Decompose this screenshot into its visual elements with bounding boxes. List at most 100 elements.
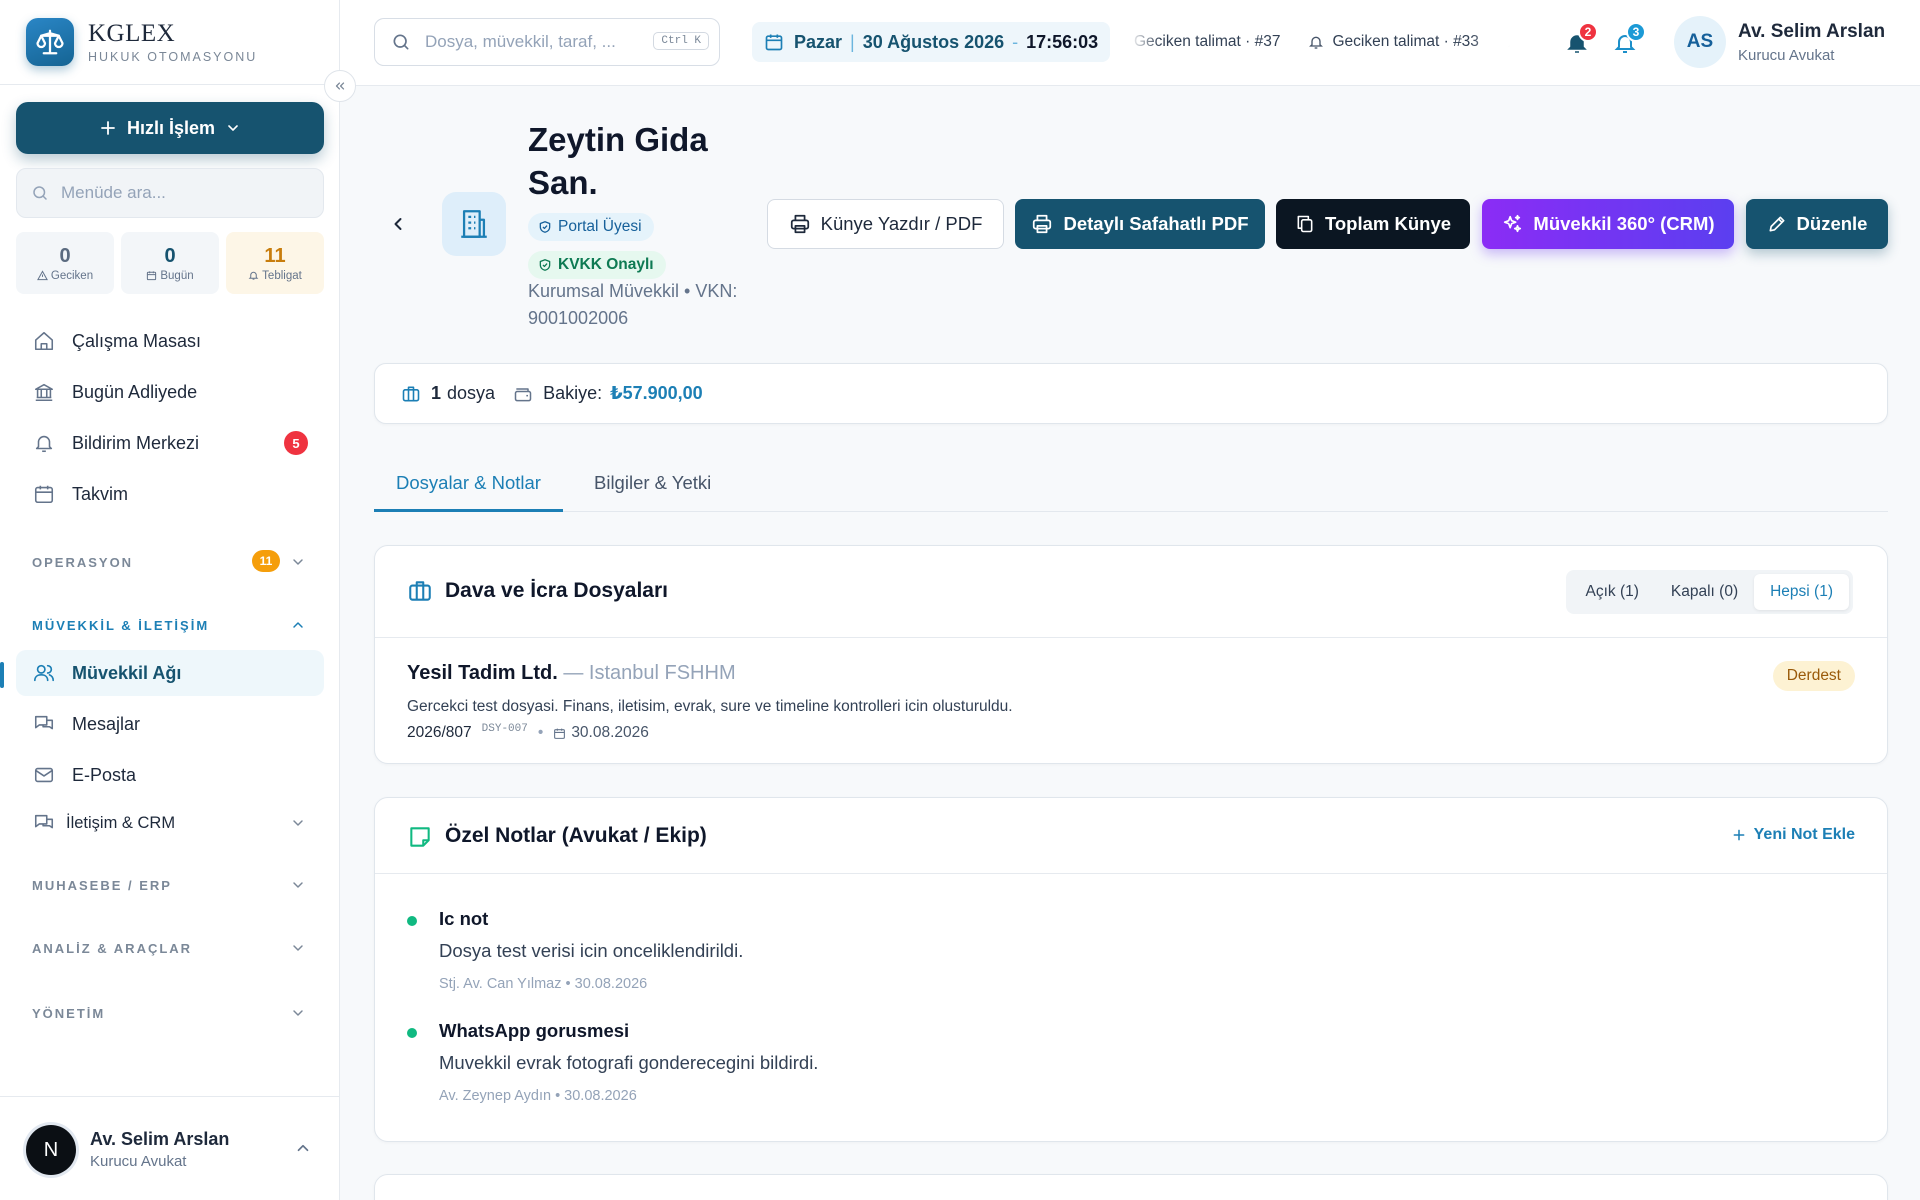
filter-all[interactable]: Hepsi (1) bbox=[1754, 574, 1849, 610]
section-analiz[interactable]: ANALİZ & ARAÇLAR bbox=[16, 933, 324, 963]
sidebar-item-crm[interactable]: İletişim & CRM bbox=[16, 800, 324, 846]
print-button[interactable]: Künye Yazdır / PDF bbox=[767, 199, 1004, 249]
alerts-button[interactable]: 2 bbox=[1560, 22, 1598, 60]
plus-icon bbox=[1733, 829, 1745, 841]
sidebar-item-calendar[interactable]: Takvim bbox=[16, 471, 324, 517]
tab-files-notes[interactable]: Dosyalar & Notlar bbox=[374, 460, 563, 512]
ticker-item[interactable]: Geciken talimat · #37 bbox=[1130, 33, 1280, 51]
briefcase-icon bbox=[407, 578, 433, 604]
button-label: Detaylı Safahatlı PDF bbox=[1063, 213, 1249, 234]
detailed-pdf-button[interactable]: Detaylı Safahatlı PDF bbox=[1015, 199, 1265, 249]
building-icon bbox=[442, 192, 506, 256]
section-muvekkil-iletisim[interactable]: MÜVEKKİL & İLETİŞİM bbox=[16, 610, 324, 640]
user-role: Kurucu Avukat bbox=[90, 1153, 187, 1170]
client-tabs: Dosyalar & Notlar Bilgiler & Yetki bbox=[374, 460, 1888, 512]
edit-button[interactable]: Düzenle bbox=[1746, 199, 1888, 249]
quick-action-button[interactable]: Hızlı İşlem bbox=[16, 102, 324, 154]
back-button[interactable] bbox=[382, 208, 414, 240]
avatar: N bbox=[26, 1125, 76, 1175]
brand[interactable]: KGLEX HUKUK OTOMASYONU bbox=[26, 18, 257, 66]
copy-icon bbox=[1297, 215, 1313, 233]
section-muhasebe[interactable]: MUHASEBE / ERP bbox=[16, 870, 324, 900]
shortcut-hint: Ctrl K bbox=[653, 32, 709, 50]
divider bbox=[0, 84, 340, 85]
note-title: Ic not bbox=[439, 908, 489, 929]
add-note-button[interactable]: Yeni Not Ekle bbox=[1732, 826, 1855, 844]
quick-action-label: Hızlı İşlem bbox=[126, 117, 216, 138]
notifications-button[interactable]: 3 bbox=[1608, 22, 1646, 60]
global-search[interactable]: Ctrl K bbox=[374, 18, 720, 66]
case-status-filter: Açık (1) Kapalı (0) Hepsi (1) bbox=[1565, 570, 1853, 614]
stat-overdue[interactable]: 0 Geciken bbox=[16, 232, 114, 294]
stat-label: Bugün bbox=[160, 269, 194, 282]
stat-notifications[interactable]: 11 Tebligat bbox=[226, 232, 324, 294]
menu-search-input[interactable] bbox=[61, 183, 301, 203]
portal-member-badge: Portal Üyesi bbox=[528, 213, 654, 241]
case-code: DSY-007 bbox=[481, 723, 528, 735]
stat-value: 11 bbox=[264, 244, 286, 267]
card-title: Dava ve İcra Dosyaları bbox=[445, 579, 668, 602]
notification-count-badge: 3 bbox=[1626, 22, 1646, 42]
ticker-item[interactable]: Geciken talimat · #33 bbox=[1308, 33, 1479, 51]
section-operasyon[interactable]: OPERASYON 11 bbox=[16, 547, 324, 577]
note-meta: Stj. Av. Can Yılmaz • 30.08.2026 bbox=[439, 976, 648, 992]
note-title: WhatsApp gorusmesi bbox=[439, 1020, 630, 1041]
case-date-value: 30.08.2026 bbox=[571, 724, 649, 741]
chevron-down-icon bbox=[290, 1005, 306, 1021]
sidebar-item-label: Bildirim Merkezi bbox=[72, 432, 200, 453]
briefcase-icon bbox=[402, 386, 420, 401]
printer-icon bbox=[790, 214, 809, 234]
sidebar-item-messages[interactable]: Mesajlar bbox=[16, 701, 324, 747]
bell-icon bbox=[1507, 44, 1510, 47]
tab-info-permissions[interactable]: Bilgiler & Yetki bbox=[572, 460, 733, 512]
avatar[interactable]: AS bbox=[1674, 16, 1726, 68]
case-title[interactable]: Yesil Tadim Ltd. — Istanbul FSHHM bbox=[407, 662, 736, 685]
section-yonetim[interactable]: YÖNETİM bbox=[16, 998, 324, 1028]
section-label: ANALİZ & ARAÇLAR bbox=[32, 940, 193, 956]
collapse-sidebar-button[interactable] bbox=[324, 70, 356, 102]
total-record-button[interactable]: Toplam Künye bbox=[1276, 199, 1470, 249]
menu-search[interactable] bbox=[16, 168, 324, 218]
ticker-item[interactable] bbox=[1507, 34, 1510, 50]
stat-label: Tebligat bbox=[262, 269, 302, 282]
bell-icon bbox=[32, 431, 56, 455]
chevron-up-icon bbox=[290, 617, 306, 633]
top-user-name[interactable]: Av. Selim Arslan bbox=[1738, 21, 1885, 43]
filter-closed[interactable]: Kapalı (0) bbox=[1655, 574, 1754, 610]
sidebar-item-workspace[interactable]: Çalışma Masası bbox=[16, 318, 324, 364]
filter-open[interactable]: Açık (1) bbox=[1570, 574, 1655, 610]
case-number: 2026/807 bbox=[407, 724, 472, 741]
sparkles-icon bbox=[1504, 214, 1522, 233]
sidebar-item-court-today[interactable]: Bugün Adliyede bbox=[16, 369, 324, 415]
users-icon bbox=[32, 661, 56, 685]
top-user-role: Kurucu Avukat bbox=[1738, 47, 1835, 64]
courthouse-icon bbox=[32, 380, 56, 404]
button-label: Müvekkil 360° (CRM) bbox=[1533, 213, 1715, 234]
button-label: Düzenle bbox=[1796, 213, 1868, 234]
client-meta: Kurumsal Müvekkil • VKN: 9001002006 bbox=[528, 281, 738, 328]
chevron-down-icon bbox=[290, 815, 306, 831]
sidebar-item-email[interactable]: E-Posta bbox=[16, 752, 324, 798]
global-search-input[interactable] bbox=[425, 32, 635, 52]
brand-name: KGLEX bbox=[88, 20, 176, 47]
sidebar-item-client-network[interactable]: Müvekkil Ağı bbox=[16, 650, 324, 696]
button-label: Toplam Künye bbox=[1324, 213, 1452, 234]
alert-ticker[interactable]: Geciken talimat · #37 Geciken talimat · … bbox=[1130, 28, 1510, 58]
sidebar-item-notifications[interactable]: Bildirim Merkezi 5 bbox=[16, 420, 324, 466]
chevron-down-icon bbox=[290, 877, 306, 893]
chat-icon bbox=[32, 712, 56, 736]
card-header: Özel Notlar (Avukat / Ekip) Yeni Not Ekl… bbox=[375, 798, 1887, 874]
cases-card: Dava ve İcra Dosyaları Açık (1) Kapalı (… bbox=[374, 545, 1888, 764]
notes-card: Özel Notlar (Avukat / Ekip) Yeni Not Ekl… bbox=[374, 797, 1888, 1142]
stat-today[interactable]: 0 Bugün bbox=[121, 232, 219, 294]
calendar-icon bbox=[32, 482, 56, 506]
badge-label: KVKK Onaylı bbox=[558, 256, 654, 273]
case-meta: 2026/807 DSY-007 • 30.08.2026 bbox=[407, 723, 649, 741]
note-body: Muvekkil evrak fotografi gonderecegini b… bbox=[439, 1052, 819, 1073]
quick-stats: 0 Geciken 0 Bugün 11 Tebligat bbox=[16, 232, 324, 294]
client-360-crm-button[interactable]: Müvekkil 360° (CRM) bbox=[1482, 199, 1734, 249]
sidebar-item-label: İletişim & CRM bbox=[66, 813, 176, 832]
pencil-icon bbox=[1769, 216, 1785, 232]
sidebar-user-menu[interactable]: N Av. Selim Arslan Kurucu Avukat bbox=[0, 1096, 340, 1200]
next-card bbox=[374, 1174, 1888, 1200]
